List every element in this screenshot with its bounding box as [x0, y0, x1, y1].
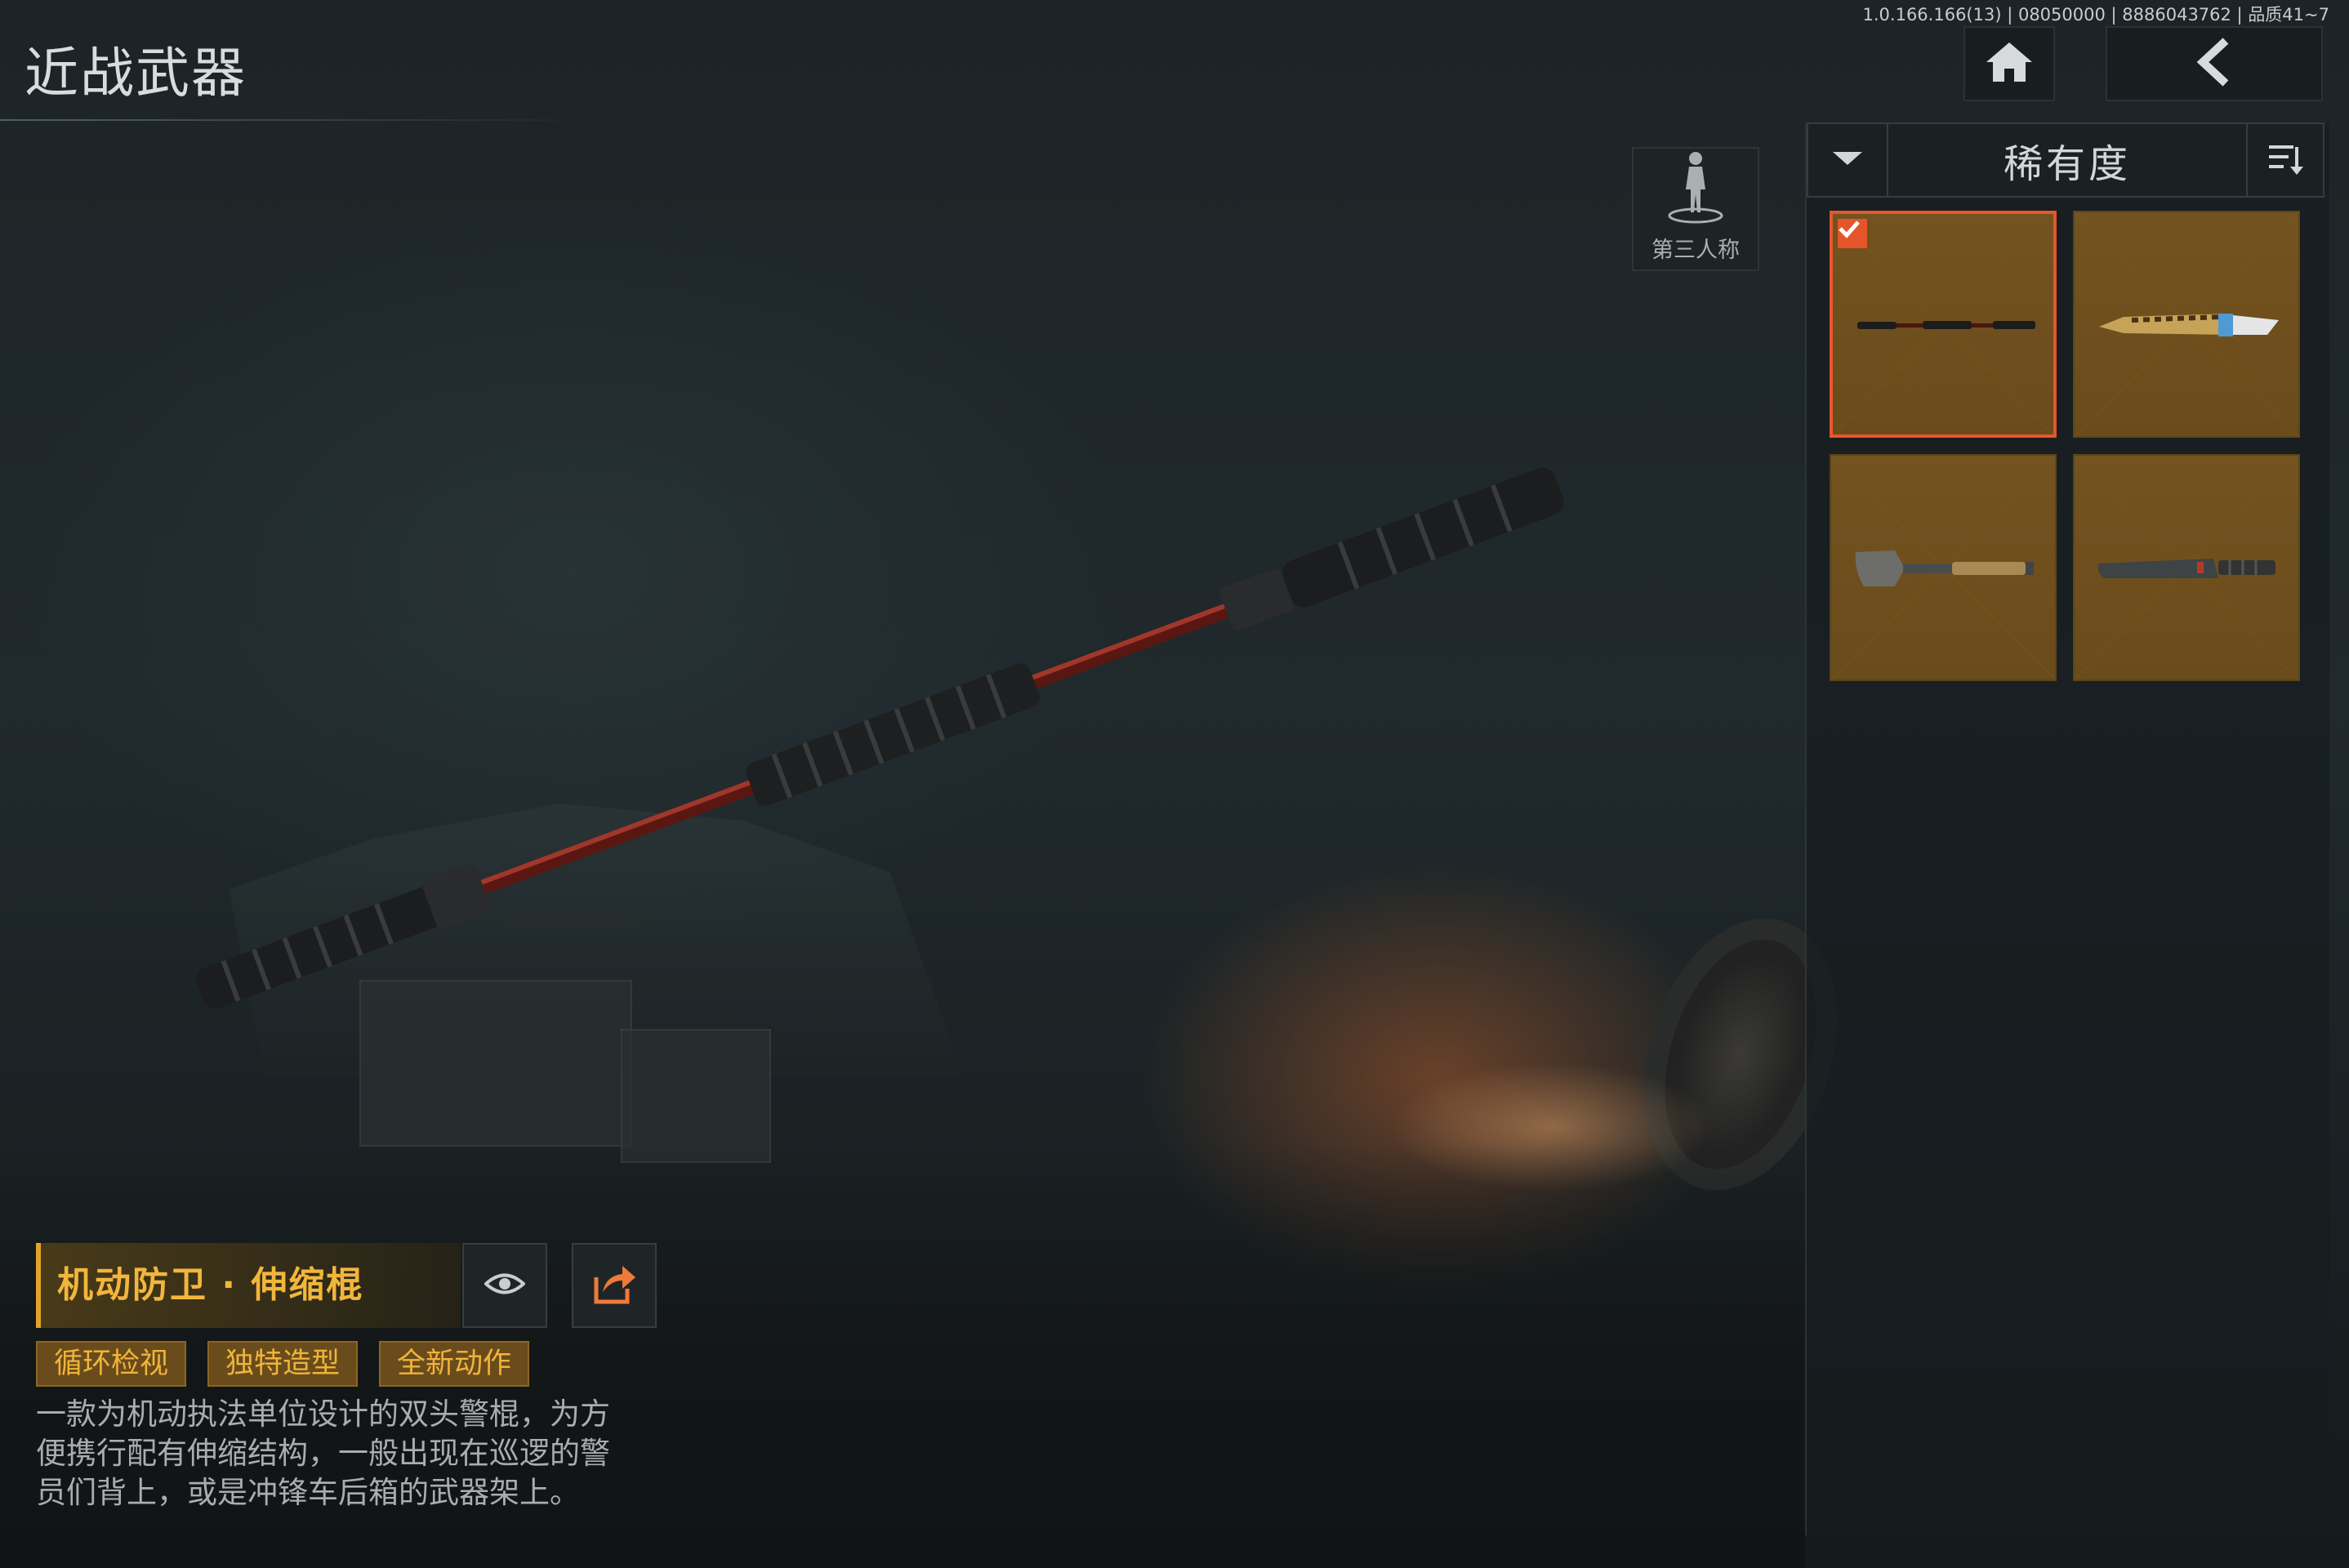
- item-slot-shovel[interactable]: [1830, 454, 2057, 681]
- baton-icon: [1857, 321, 2035, 329]
- sort-label[interactable]: 稀有度: [1887, 124, 2248, 196]
- weapon-name-bar: 机动防卫 · 伸缩棍: [36, 1243, 461, 1328]
- home-button[interactable]: [1963, 26, 2055, 101]
- description-line: 便携行配有伸缩结构，一般出现在巡逻的警: [36, 1436, 610, 1471]
- machete-icon: [2097, 559, 2275, 578]
- feature-tag: 循环检视: [36, 1341, 187, 1387]
- third-person-toggle[interactable]: 第三人称: [1632, 147, 1759, 271]
- third-person-label: 第三人称: [1651, 238, 1740, 263]
- knife-icon: [2099, 314, 2279, 336]
- feature-tag: 独特造型: [207, 1341, 359, 1387]
- description-line: 员们背上，或是冲锋车后箱的武器架上。: [36, 1475, 580, 1510]
- share-icon: [591, 1263, 637, 1308]
- shovel-icon: [1855, 550, 2034, 586]
- sort-dropdown-button[interactable]: [1808, 124, 1888, 196]
- sort-order-icon: [2267, 140, 2303, 180]
- item-slot-baton[interactable]: [1830, 211, 2057, 438]
- caret-down-icon: [1831, 149, 1864, 172]
- chevron-left-icon: [2191, 38, 2237, 90]
- item-slot-machete[interactable]: [2073, 454, 2300, 681]
- home-icon: [1985, 41, 2034, 87]
- page-title: 近战武器: [25, 42, 247, 105]
- weapon-name: 机动防卫 · 伸缩棍: [57, 1264, 364, 1306]
- title-divider: [0, 119, 596, 121]
- weapon-description: 一款为机动执法单位设计的双头警棍，为方 便携行配有伸缩结构，一般出现在巡逻的警 …: [36, 1395, 665, 1512]
- share-button[interactable]: [572, 1243, 657, 1328]
- eye-icon: [484, 1272, 526, 1299]
- sort-bar: 稀有度: [1807, 122, 2324, 198]
- preview-button[interactable]: [462, 1243, 547, 1328]
- back-button[interactable]: [2106, 26, 2323, 101]
- description-line: 一款为机动执法单位设计的双头警棍，为方: [36, 1396, 610, 1432]
- feature-tag: 全新动作: [379, 1341, 530, 1387]
- sort-order-button[interactable]: [2246, 124, 2323, 196]
- version-info: 1.0.166.166(13) | 08050000 | 8886043762 …: [1862, 5, 2329, 24]
- item-slot-knife[interactable]: [2073, 211, 2300, 438]
- person-icon: [1663, 149, 1728, 227]
